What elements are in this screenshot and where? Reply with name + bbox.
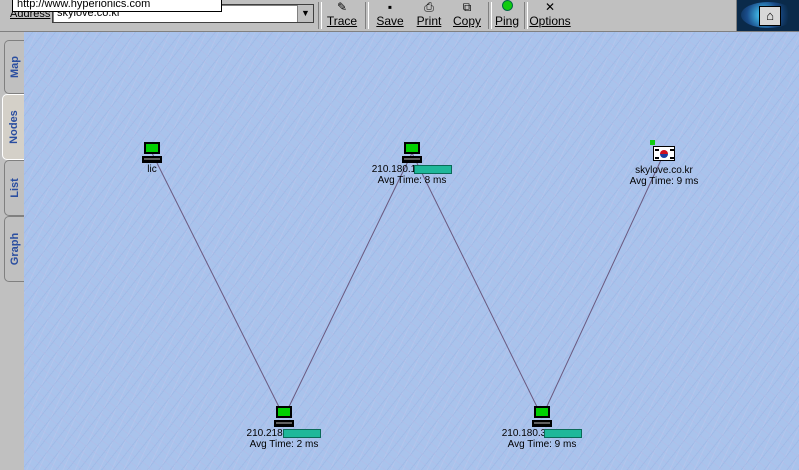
trace-label: Trace <box>326 14 358 28</box>
computer-icon <box>532 406 552 428</box>
copy-icon: ⧉ <box>462 0 472 14</box>
options-button[interactable]: ✕ Options <box>527 0 573 31</box>
save-button[interactable]: ▪ Save <box>372 0 408 31</box>
home-icon: ⌂ <box>759 6 781 26</box>
route-links <box>151 152 665 418</box>
tab-list[interactable]: List <box>4 160 24 216</box>
node-210-180-a[interactable]: 210.180.1 Avg Time: 8 ms <box>362 142 462 186</box>
node-label: 210.180.1 <box>371 164 417 175</box>
route-map-canvas[interactable]: lic 210.180.1 Avg Time: 8 ms skylove.co.… <box>24 32 799 470</box>
node-210-180-b[interactable]: 210.180.3 Avg Time: 9 ms <box>492 406 592 450</box>
node-label: 210.180.3 <box>501 428 547 439</box>
tab-graph[interactable]: Graph <box>4 216 24 282</box>
node-avg-time: Avg Time: 9 ms <box>507 439 577 450</box>
trace-button[interactable]: ✎ Trace <box>322 0 362 31</box>
tab-map-label: Map <box>8 56 21 78</box>
route-link <box>283 152 413 418</box>
toolbar-separator <box>365 2 369 29</box>
route-link <box>541 153 665 418</box>
toolbar: Address skylove.co.kr ▼ http://www.hyper… <box>0 0 799 32</box>
save-label: Save <box>376 14 404 28</box>
print-label: Print <box>416 14 442 28</box>
tab-map[interactable]: Map <box>4 40 24 94</box>
address-area: Address skylove.co.kr ▼ http://www.hyper… <box>0 0 318 31</box>
node-label: lic <box>147 164 157 175</box>
ping-button[interactable]: Ping <box>492 0 522 31</box>
tab-nodes-label: Nodes <box>8 110 20 144</box>
response-bar <box>544 428 583 438</box>
print-button[interactable]: ⎙ Print <box>412 0 446 31</box>
node-avg-time: Avg Time: 8 ms <box>377 175 447 186</box>
copy-label: Copy <box>452 14 481 28</box>
route-link <box>151 152 285 418</box>
computer-icon <box>274 406 294 428</box>
options-label: Options <box>529 14 571 28</box>
node-avg-time: Avg Time: 2 ms <box>249 439 319 450</box>
route-link <box>411 152 543 418</box>
trace-icon: ✎ <box>336 0 348 14</box>
node-avg-time: Avg Time: 9 ms <box>629 176 699 187</box>
ping-icon <box>492 0 522 14</box>
chevron-down-icon[interactable]: ▼ <box>297 5 313 22</box>
computer-icon <box>142 142 162 164</box>
print-icon: ⎙ <box>424 0 434 14</box>
app-logo[interactable]: ⌂ <box>736 0 799 31</box>
node-lic[interactable]: lic <box>136 142 168 175</box>
node-label: 210.218. <box>246 428 286 439</box>
status-dot <box>650 140 655 145</box>
url-tooltip: http://www.hyperionics.com <box>12 0 222 12</box>
node-210-218[interactable]: 210.218. Avg Time: 2 ms <box>234 406 334 450</box>
view-tabs: Map Nodes List Graph <box>0 32 25 470</box>
save-icon: ▪ <box>387 0 393 14</box>
tab-list-label: List <box>8 178 21 198</box>
ping-label: Ping <box>494 14 520 28</box>
node-skylove[interactable]: skylove.co.kr Avg Time: 9 ms <box>616 140 712 187</box>
node-label: skylove.co.kr <box>635 165 693 176</box>
tab-graph-label: Graph <box>8 232 21 266</box>
korea-flag-icon <box>650 140 675 161</box>
tab-nodes[interactable]: Nodes <box>2 94 25 160</box>
response-bar <box>414 164 453 174</box>
response-bar <box>283 428 322 438</box>
copy-button[interactable]: ⧉ Copy <box>449 0 485 31</box>
options-icon: ✕ <box>544 0 556 14</box>
computer-icon <box>402 142 422 164</box>
